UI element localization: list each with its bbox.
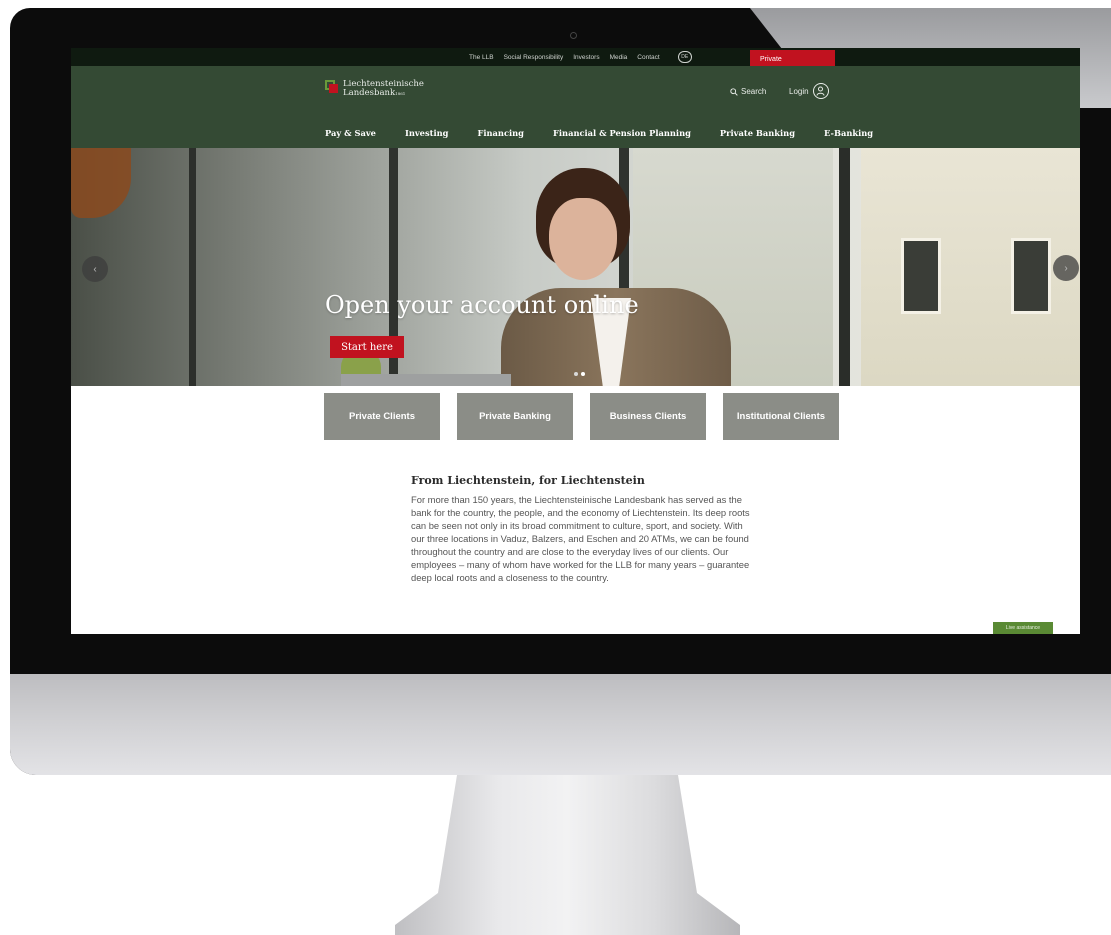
hero-laptop: [341, 374, 511, 386]
website-screen: The LLB Social Responsibility Investors …: [71, 48, 1080, 634]
intro-section: From Liechtenstein, for Liechtenstein Fo…: [411, 474, 751, 584]
carousel-dot-2[interactable]: [581, 372, 585, 376]
search-button[interactable]: Search: [730, 87, 766, 96]
hero-title: Open your account online: [325, 291, 639, 319]
utility-link-the-llb[interactable]: The LLB: [469, 54, 494, 61]
logo-wordmark: Liechtensteinische Landesbank1861: [343, 80, 424, 98]
carousel-dots: [574, 372, 585, 376]
login-label: Login: [789, 86, 809, 96]
utility-links: The LLB Social Responsibility Investors …: [469, 48, 692, 66]
nav-item-financial-pension-planning[interactable]: Financial & Pension Planning: [553, 128, 691, 138]
site-header: Liechtensteinische Landesbank1861 Search…: [71, 66, 1080, 148]
main-navigation: Pay & Save Investing Financing Financial…: [325, 128, 873, 138]
top-utility-bar: The LLB Social Responsibility Investors …: [71, 48, 1080, 66]
search-label: Search: [741, 87, 767, 96]
user-icon: [812, 83, 829, 99]
hero-squirrel-figure: [71, 148, 131, 218]
carousel-dot-1[interactable]: [574, 372, 578, 376]
logo-suffix: 1861: [395, 91, 406, 96]
hero-carousel: Open your account online Start here: [71, 148, 1080, 386]
utility-link-investors[interactable]: Investors: [573, 54, 599, 61]
login-button[interactable]: Login: [789, 83, 829, 99]
utility-link-media[interactable]: Media: [610, 54, 628, 61]
live-assistance-button[interactable]: Live assistance: [993, 622, 1053, 634]
monitor-chin: [10, 674, 1111, 775]
nav-item-pay-save[interactable]: Pay & Save: [325, 128, 376, 138]
search-icon: [730, 87, 738, 96]
start-here-button[interactable]: Start here: [330, 336, 404, 358]
carousel-next-button[interactable]: ›: [1053, 255, 1079, 281]
segment-button-private-clients[interactable]: Private Clients: [324, 393, 440, 440]
chevron-left-icon: ‹: [93, 263, 97, 275]
client-segments: Private Clients Private Banking Business…: [324, 393, 839, 440]
intro-body: For more than 150 years, the Liechtenste…: [411, 494, 750, 583]
nav-item-financing[interactable]: Financing: [477, 128, 524, 138]
logo-line-2: Landesbank: [343, 88, 396, 98]
nav-item-private-banking[interactable]: Private Banking: [720, 128, 795, 138]
camera-icon: [570, 32, 577, 39]
nav-item-e-banking[interactable]: E-Banking: [824, 128, 873, 138]
chevron-right-icon: ›: [1064, 262, 1068, 274]
monitor-stand: [395, 775, 740, 935]
logo-mark-icon: [325, 80, 338, 94]
segment-button-institutional-clients[interactable]: Institutional Clients: [723, 393, 839, 440]
hero-background-house: [861, 148, 1080, 386]
utility-link-social-responsibility[interactable]: Social Responsibility: [504, 54, 564, 61]
utility-link-contact[interactable]: Contact: [637, 54, 659, 61]
language-switch[interactable]: DE: [677, 51, 692, 63]
carousel-prev-button[interactable]: ‹: [82, 256, 108, 282]
segment-button-business-clients[interactable]: Business Clients: [590, 393, 706, 440]
nav-item-investing[interactable]: Investing: [405, 128, 449, 138]
segment-button-private-banking[interactable]: Private Banking: [457, 393, 573, 440]
intro-title: From Liechtenstein, for Liechtenstein: [411, 474, 645, 487]
bank-logo[interactable]: Liechtensteinische Landesbank1861: [325, 80, 424, 98]
